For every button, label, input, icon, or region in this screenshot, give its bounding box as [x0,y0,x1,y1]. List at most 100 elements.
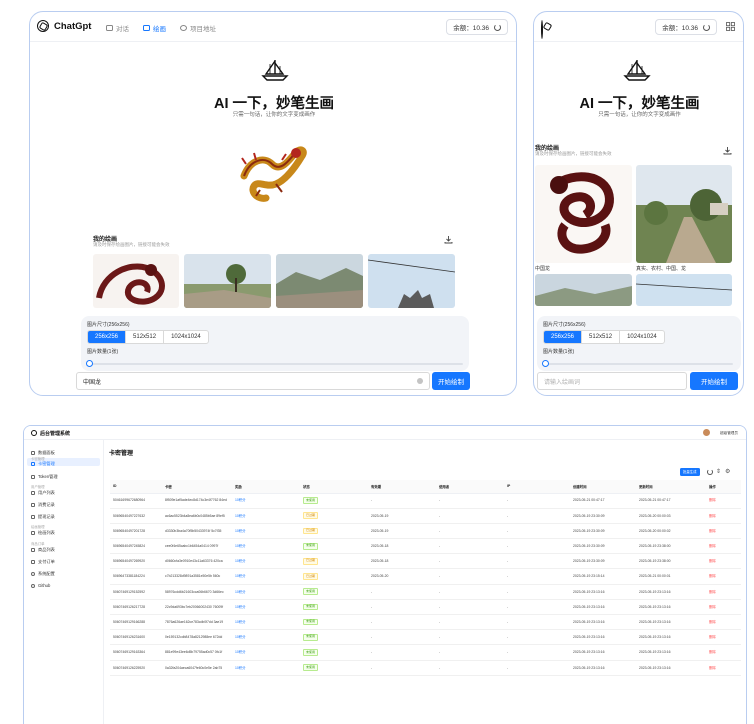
user-avatar[interactable] [703,429,710,436]
cell-reward[interactable]: 10积分 [232,523,300,540]
size-option-1024[interactable]: 1024x1024 [620,331,664,343]
cell-expiry: 2023-05-19 [368,508,436,524]
cell-action[interactable]: 删除 [706,553,741,570]
clear-icon[interactable] [417,378,423,384]
count-slider-handle[interactable] [86,360,93,367]
mobile-thumb-mountain[interactable] [535,274,632,306]
sidebar-item-products[interactable]: 商品列表 [31,547,55,553]
sidebar-item-orders[interactable]: 支付订单 [31,559,55,565]
cell-reward[interactable]: 10积分 [232,553,300,570]
size-option-1024[interactable]: 1024x1024 [164,331,208,343]
prompt-input[interactable]: 中国龙 [76,372,430,390]
cell-reward[interactable]: 10积分 [232,660,300,676]
cell-action[interactable]: 删除 [706,644,741,661]
cell-ip: - [504,538,570,555]
cell-status: 未使用 [300,660,368,676]
cell-action[interactable]: 删除 [706,568,741,585]
mobile-start-draw-button[interactable]: 开始绘制 [690,372,738,390]
nav-chat[interactable]: 对话 [106,23,129,33]
table-refresh-icon[interactable] [707,469,713,475]
brand[interactable]: ChatGpt [37,20,91,32]
cell-action[interactable]: 删除 [706,523,741,540]
cell-created: 2023-05-19 23:13:16 [570,644,636,661]
cell-action[interactable]: 删除 [706,538,741,555]
cell-updated: 2023-05-21 00:47:17 [636,493,706,509]
cell-status: 未使用 [300,584,368,600]
mobile-count-slider-handle[interactable] [542,360,549,367]
mobile-thumb-dragon[interactable] [535,165,632,263]
cell-reward[interactable]: 10积分 [232,644,300,661]
start-draw-button[interactable]: 开始绘制 [432,372,470,390]
cell-expiry: - [368,493,436,509]
sidebar-item-users[interactable]: 用户列表 [31,490,55,496]
download-icon[interactable] [444,235,453,244]
table-settings-icon[interactable]: ⚙ [725,468,730,476]
col-user[interactable]: 使用者 [436,480,504,494]
sidebar-group-orders: 商品订单 [31,542,45,546]
gallery-thumb-dragon[interactable] [93,254,179,308]
size-option-512[interactable]: 512x512 [582,331,621,343]
cell-action[interactable]: 删除 [706,584,741,600]
cell-action[interactable]: 删除 [706,493,741,509]
mobile-draw-options-card: 图片尺寸(256x256) 256x256 512x512 1024x1024 … [537,316,741,371]
nav-project[interactable]: 项目地址 [180,23,216,33]
cell-reward[interactable]: 10积分 [232,538,300,555]
gallery-thumb-village[interactable] [184,254,271,308]
gallery-thumb-rooftop[interactable] [368,254,455,308]
generate-cards-button[interactable]: 批量生成 [680,468,700,476]
cell-action[interactable]: 删除 [706,629,741,646]
size-option-256[interactable]: 256x256 [544,331,583,343]
col-reward[interactable]: 奖励 [232,480,300,494]
sidebar-item-token[interactable]: Token管理 [31,474,58,480]
mobile-thumb-rooftop[interactable] [636,274,732,306]
mobile-prompt-input[interactable]: 请输入绘画词 [537,372,687,390]
balance-badge[interactable]: 余额：10.36 [446,19,508,35]
mobile-count-slider[interactable] [543,363,733,365]
cell-reward[interactable]: 10积分 [232,614,300,631]
cell-reward[interactable]: 10积分 [232,493,300,509]
mobile-size-label: 图片尺寸(256x256) [543,322,586,328]
nav-draw[interactable]: 绘画 [143,23,166,33]
cell-id: 50696540497201728 [110,523,162,540]
column-height-icon[interactable]: ⇕ [716,468,721,476]
user-name[interactable]: 超级管理员 [720,431,738,436]
cell-reward[interactable]: 10积分 [232,599,300,616]
sidebar-item-consumption[interactable]: 消费记录 [31,502,55,508]
col-ip[interactable]: IP [504,480,570,494]
cell-action[interactable]: 删除 [706,599,741,616]
refresh-icon[interactable] [703,23,710,31]
col-card[interactable]: 卡密 [162,480,232,494]
gallery-thumb-mountain[interactable] [276,254,363,308]
cell-reward[interactable]: 10积分 [232,568,300,585]
menu-grid-icon[interactable] [726,22,735,31]
sidebar-item-settings[interactable]: 系统配置 [31,571,55,577]
col-created[interactable]: 创建时间 [570,480,636,494]
size-option-512[interactable]: 512x512 [126,331,165,343]
refresh-icon[interactable] [494,23,501,31]
top-navbar: ChatGpt 对话 绘画 项目地址 余额：10.36 [30,12,516,42]
sidebar-item-drawings[interactable]: 绘画列表 [31,530,55,536]
openai-logo-icon[interactable] [541,20,543,39]
col-updated[interactable]: 更新时间 [636,480,706,494]
mobile-thumb-village-road[interactable] [636,165,732,263]
cell-ip: - [504,568,570,585]
cell-reward[interactable]: 10积分 [232,629,300,646]
mobile-balance-badge[interactable]: 余额：10.36 [655,19,717,35]
cell-reward[interactable]: 10积分 [232,584,300,600]
col-status[interactable]: 状态 [300,480,368,494]
download-icon[interactable] [723,146,732,155]
sidebar-item-cards[interactable]: 卡密管理 [31,461,55,467]
count-slider[interactable] [87,363,463,365]
sidebar-item-github[interactable]: Github [31,583,50,588]
col-id[interactable]: ID [110,480,162,494]
sidebar-item-withdraw[interactable]: 提现记录 [31,514,55,520]
cell-status: 未使用 [300,629,368,646]
cell-action[interactable]: 删除 [706,660,741,676]
cell-action[interactable]: 删除 [706,614,741,631]
cell-action[interactable]: 删除 [706,508,741,524]
size-option-256[interactable]: 256x256 [88,331,127,343]
cell-id: 50696540497269920 [110,553,162,570]
generated-image-dragon[interactable] [236,140,310,206]
col-expiry[interactable]: 有效期 [368,480,436,494]
cell-reward[interactable]: 10积分 [232,508,300,524]
